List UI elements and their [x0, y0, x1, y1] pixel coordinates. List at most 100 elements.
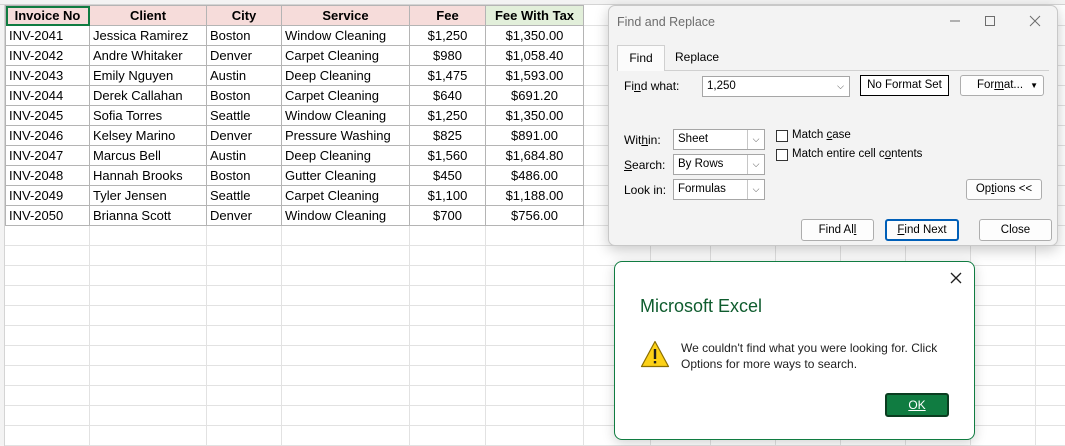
search-select[interactable]: By Rows ⌵ [673, 154, 765, 175]
cell-service[interactable]: Window Cleaning [281, 105, 410, 126]
cell-fee[interactable]: $980 [409, 45, 486, 66]
cell-fee-with-tax[interactable]: $756.00 [485, 205, 584, 226]
look-in-label: Look in: [624, 183, 667, 197]
warning-icon [640, 340, 670, 368]
cell-fee[interactable]: $1,475 [409, 65, 486, 86]
maximize-button[interactable] [975, 11, 1005, 33]
match-case-checkbox[interactable] [776, 130, 788, 142]
cell-fee-with-tax[interactable]: $1,058.40 [485, 45, 584, 66]
cell-invoice-no[interactable]: INV-2050 [5, 205, 90, 226]
cell-client[interactable]: Emily Nguyen [89, 65, 207, 86]
cell-client[interactable]: Hannah Brooks [89, 165, 207, 186]
message-close-button[interactable] [946, 268, 966, 288]
cell-invoice-no[interactable]: INV-2042 [5, 45, 90, 66]
look-in-value: Formulas [678, 183, 726, 195]
cell-fee-with-tax[interactable]: $486.00 [485, 165, 584, 186]
cell-invoice-no[interactable]: INV-2049 [5, 185, 90, 206]
header-cell-service[interactable]: Service [281, 5, 410, 26]
close-button[interactable]: Close [979, 219, 1052, 241]
tab-replace[interactable]: Replace [671, 45, 723, 71]
cell-client[interactable]: Derek Callahan [89, 85, 207, 106]
cell-fee-with-tax[interactable]: $1,188.00 [485, 185, 584, 206]
cell-city[interactable]: Austin [206, 65, 282, 86]
cell-client[interactable]: Tyler Jensen [89, 185, 207, 206]
cell-service[interactable]: Carpet Cleaning [281, 45, 410, 66]
cell-fee[interactable]: $1,250 [409, 105, 486, 126]
cell-city[interactable]: Denver [206, 205, 282, 226]
header-cell-fee[interactable]: Fee [409, 5, 486, 26]
within-select[interactable]: Sheet ⌵ [673, 129, 765, 150]
options-button[interactable]: Options << [966, 179, 1042, 200]
header-cell-client[interactable]: Client [89, 5, 207, 26]
cell-invoice-no[interactable]: INV-2041 [5, 25, 90, 46]
cell-fee-with-tax[interactable]: $891.00 [485, 125, 584, 146]
cell-service[interactable]: Deep Cleaning [281, 145, 410, 166]
cell-fee[interactable]: $1,250 [409, 25, 486, 46]
cell-city[interactable]: Denver [206, 125, 282, 146]
find-next-button[interactable]: Find Next [885, 219, 959, 241]
cell-fee[interactable]: $700 [409, 205, 486, 226]
chevron-down-icon[interactable]: ⌵ [747, 180, 764, 199]
cell-city[interactable]: Boston [206, 85, 282, 106]
cell-fee-with-tax[interactable]: $691.20 [485, 85, 584, 106]
message-title: Microsoft Excel [640, 296, 763, 316]
cell-city[interactable]: Boston [206, 165, 282, 186]
table-row: INV-2050 Brianna Scott Denver Window Cleani… [5, 205, 584, 226]
cell-fee[interactable]: $825 [409, 125, 486, 146]
cell-invoice-no[interactable]: INV-2046 [5, 125, 90, 146]
cell-fee[interactable]: $450 [409, 165, 486, 186]
tab-find[interactable]: Find [617, 45, 665, 71]
cell-client[interactable]: Marcus Bell [89, 145, 207, 166]
chevron-down-icon[interactable]: ⌵ [747, 130, 764, 149]
table-row: INV-2047 Marcus Bell Austin Deep Cleaning $1… [5, 145, 584, 166]
minimize-button[interactable] [940, 11, 970, 33]
look-in-select[interactable]: Formulas ⌵ [673, 179, 765, 200]
cell-invoice-no[interactable]: INV-2043 [5, 65, 90, 86]
cell-fee[interactable]: $640 [409, 85, 486, 106]
header-cell-city[interactable]: City [206, 5, 282, 26]
header-cell-fee-with-tax[interactable]: Fee With Tax [485, 5, 584, 26]
find-all-button[interactable]: Find All [801, 219, 874, 241]
cell-fee-with-tax[interactable]: $1,593.00 [485, 65, 584, 86]
cell-city[interactable]: Seattle [206, 185, 282, 206]
cell-invoice-no[interactable]: INV-2044 [5, 85, 90, 106]
cell-city[interactable]: Boston [206, 25, 282, 46]
cell-client[interactable]: Andre Whitaker [89, 45, 207, 66]
cell-fee[interactable]: $1,560 [409, 145, 486, 166]
match-case-label[interactable]: Match case [792, 129, 851, 141]
cell-city[interactable]: Austin [206, 145, 282, 166]
cell-service[interactable]: Window Cleaning [281, 25, 410, 46]
ok-button[interactable]: OK [885, 393, 949, 417]
match-entire-cell-label[interactable]: Match entire cell contents [792, 148, 922, 160]
cell-fee-with-tax[interactable]: $1,350.00 [485, 105, 584, 126]
cell-invoice-no[interactable]: INV-2047 [5, 145, 90, 166]
cell-service[interactable]: Pressure Washing [281, 125, 410, 146]
header-cell-invoice-no[interactable]: Invoice No [5, 5, 90, 26]
close-window-button[interactable] [1020, 11, 1050, 33]
cell-service[interactable]: Window Cleaning [281, 205, 410, 226]
cell-city[interactable]: Denver [206, 45, 282, 66]
cell-fee-with-tax[interactable]: $1,350.00 [485, 25, 584, 46]
cell-client[interactable]: Kelsey Marino [89, 125, 207, 146]
cell-invoice-no[interactable]: INV-2045 [5, 105, 90, 126]
cell-service[interactable]: Gutter Cleaning [281, 165, 410, 186]
chevron-down-icon[interactable]: ⌵ [747, 155, 764, 174]
cell-client[interactable]: Sofia Torres [89, 105, 207, 126]
cell-fee[interactable]: $1,100 [409, 185, 486, 206]
cell-service[interactable]: Carpet Cleaning [281, 85, 410, 106]
cell-client[interactable]: Jessica Ramirez [89, 25, 207, 46]
cell-service[interactable]: Carpet Cleaning [281, 185, 410, 206]
search-value: By Rows [678, 158, 724, 170]
tab-replace-label: Replace [674, 50, 720, 64]
format-button[interactable]: Format... ▼ [960, 75, 1044, 96]
table-row: INV-2048 Hannah Brooks Boston Gutter Cleani… [5, 165, 584, 186]
cell-fee-with-tax[interactable]: $1,684.80 [485, 145, 584, 166]
cell-invoice-no[interactable]: INV-2048 [5, 165, 90, 186]
find-what-input[interactable]: 1,250 ⌵ [702, 76, 850, 97]
cell-client[interactable]: Brianna Scott [89, 205, 207, 226]
cell-service[interactable]: Deep Cleaning [281, 65, 410, 86]
chevron-down-icon[interactable]: ⌵ [832, 77, 849, 96]
close-icon [1029, 15, 1041, 27]
match-entire-cell-checkbox[interactable] [776, 149, 788, 161]
cell-city[interactable]: Seattle [206, 105, 282, 126]
